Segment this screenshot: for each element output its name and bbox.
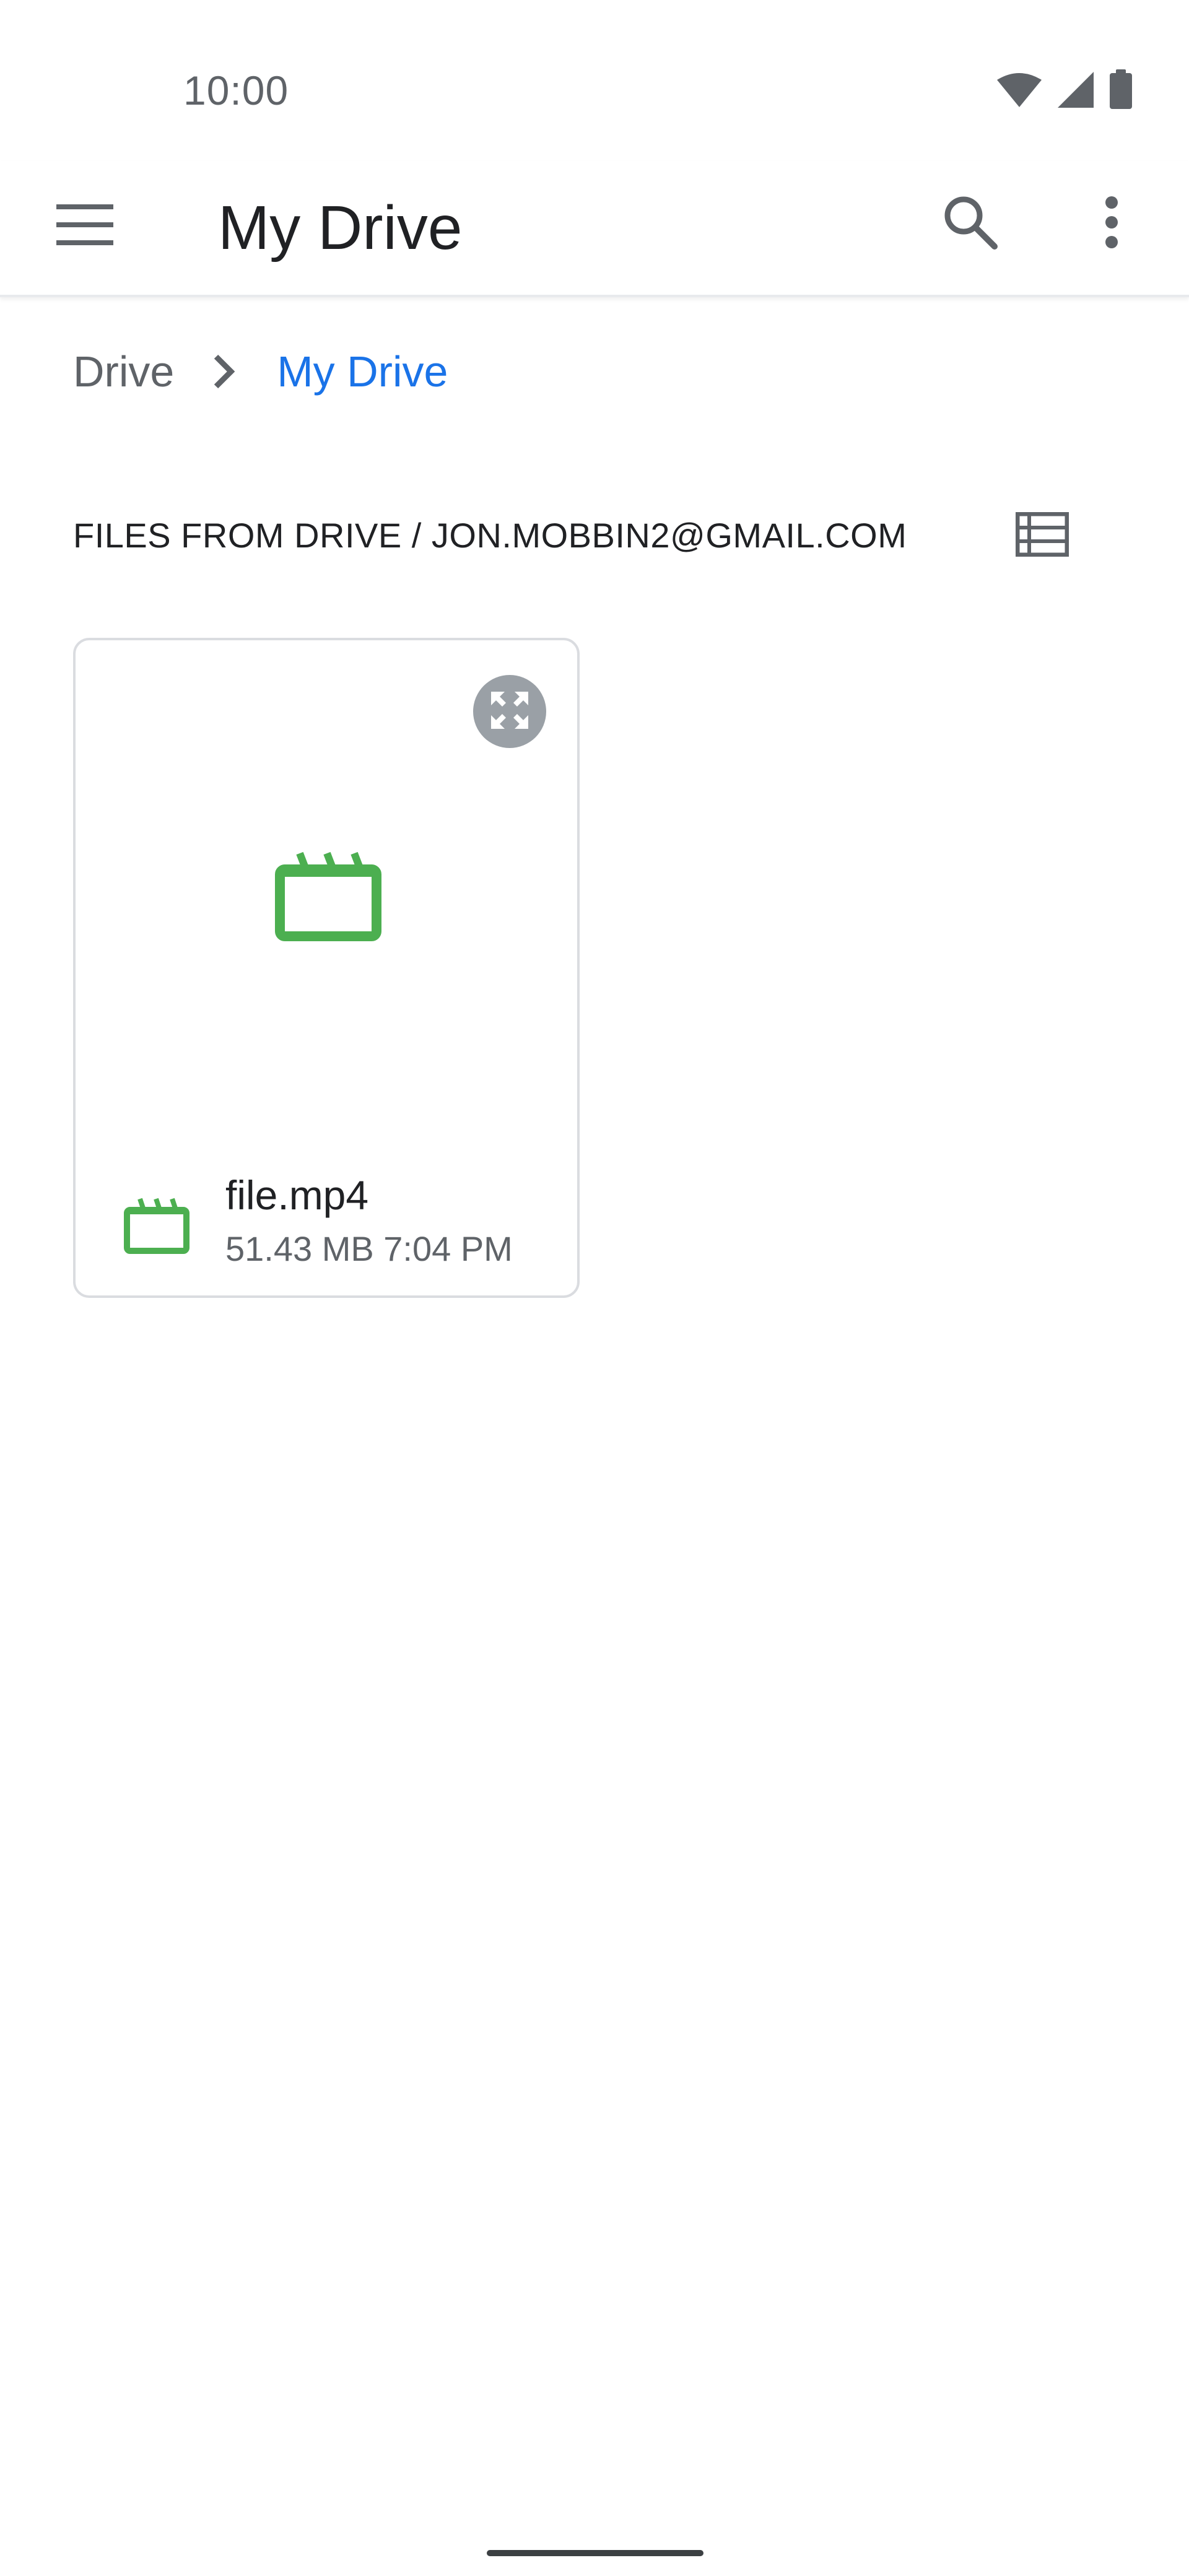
expand-icon [487,688,532,736]
page-title: My Drive [218,193,463,263]
app-bar: My Drive [0,161,1189,297]
battery-icon [1108,69,1133,113]
search-button[interactable] [930,183,1011,264]
more-vert-icon [1104,196,1119,251]
gesture-navigation-bar[interactable] [487,2550,703,2556]
menu-button[interactable] [45,186,125,266]
preview-button[interactable] [473,675,546,748]
cellular-signal-icon [1056,71,1095,112]
chevron-right-icon [212,353,235,390]
search-icon [943,194,998,253]
video-file-icon [275,851,381,941]
list-view-icon [1015,511,1069,560]
breadcrumb: Drive My Drive [73,339,448,404]
section-header: FILES FROM DRIVE / JON.MOBBIN2@GMAIL.COM [73,516,907,555]
breadcrumb-item-drive[interactable]: Drive [73,347,174,396]
video-type-icon [124,1198,189,1255]
wifi-icon [996,71,1043,111]
list-view-button[interactable] [1002,495,1082,576]
breadcrumb-item-my-drive[interactable]: My Drive [277,347,448,396]
status-icons [996,69,1133,113]
file-size: 51.43 MB [225,1229,374,1268]
file-card[interactable]: file.mp4 51.43 MB 7:04 PM [73,638,580,1298]
status-bar: 10:00 [0,0,1189,161]
file-name: file.mp4 [225,1172,369,1218]
status-time: 10:00 [183,67,289,113]
more-options-button[interactable] [1071,183,1152,264]
file-time: 7:04 PM [383,1229,513,1268]
file-meta: 51.43 MB 7:04 PM [225,1227,513,1271]
menu-icon [56,204,113,248]
